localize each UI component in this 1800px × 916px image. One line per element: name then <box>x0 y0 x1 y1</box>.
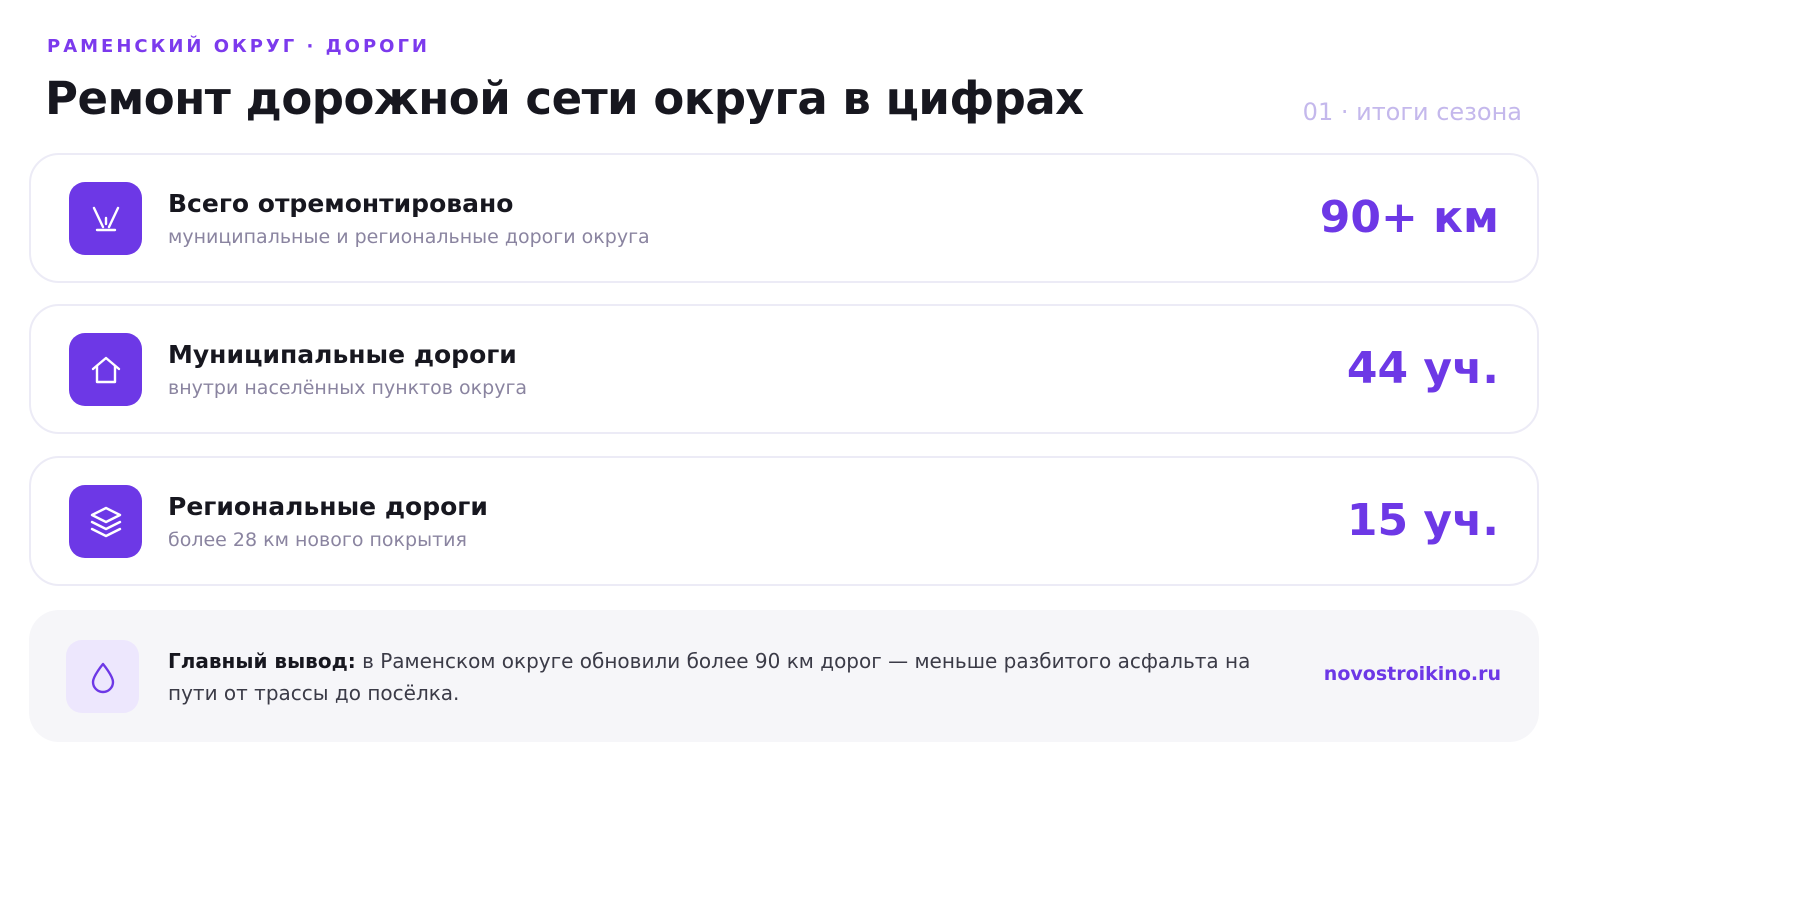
source-link[interactable]: novostroikino.ru <box>1324 663 1501 685</box>
season-note: 01 · итоги сезона <box>1302 98 1522 126</box>
road-icon <box>69 182 142 255</box>
stat-card-total: Всего отремонтировано муниципальные и ре… <box>29 153 1539 283</box>
stat-subtitle: муниципальные и региональные дороги окру… <box>168 226 650 248</box>
stat-card-municipal: Муниципальные дороги внутри населённых п… <box>29 304 1539 434</box>
section-kicker: РАМЕНСКИЙ ОКРУГ · ДОРОГИ <box>47 36 431 57</box>
stat-text: Муниципальные дороги внутри населённых п… <box>168 340 527 400</box>
infographic-page: РАМЕНСКИЙ ОКРУГ · ДОРОГИ Ремонт дорожной… <box>0 0 1568 800</box>
summary-text: Главный вывод: в Раменском округе обнови… <box>168 645 1298 709</box>
drop-icon <box>66 640 139 713</box>
summary-panel: Главный вывод: в Раменском округе обнови… <box>29 610 1539 742</box>
page-title: Ремонт дорожной сети округа в цифрах <box>45 72 1084 125</box>
stat-card-regional: Региональные дороги более 28 км нового п… <box>29 456 1539 586</box>
stat-value: 15 уч. <box>1346 495 1499 546</box>
home-icon <box>69 333 142 406</box>
stat-subtitle: более 28 км нового покрытия <box>168 529 467 551</box>
layers-icon <box>69 485 142 558</box>
stat-value: 90+ км <box>1319 192 1499 243</box>
stat-title: Всего отремонтировано <box>168 189 514 218</box>
stat-title: Региональные дороги <box>168 492 488 521</box>
stat-text: Региональные дороги более 28 км нового п… <box>168 492 488 552</box>
stat-text: Всего отремонтировано муниципальные и ре… <box>168 189 650 249</box>
stat-value: 44 уч. <box>1346 343 1499 394</box>
stat-subtitle: внутри населённых пунктов округа <box>168 377 528 399</box>
summary-lead: Главный вывод: <box>168 649 356 673</box>
stat-title: Муниципальные дороги <box>168 340 517 369</box>
